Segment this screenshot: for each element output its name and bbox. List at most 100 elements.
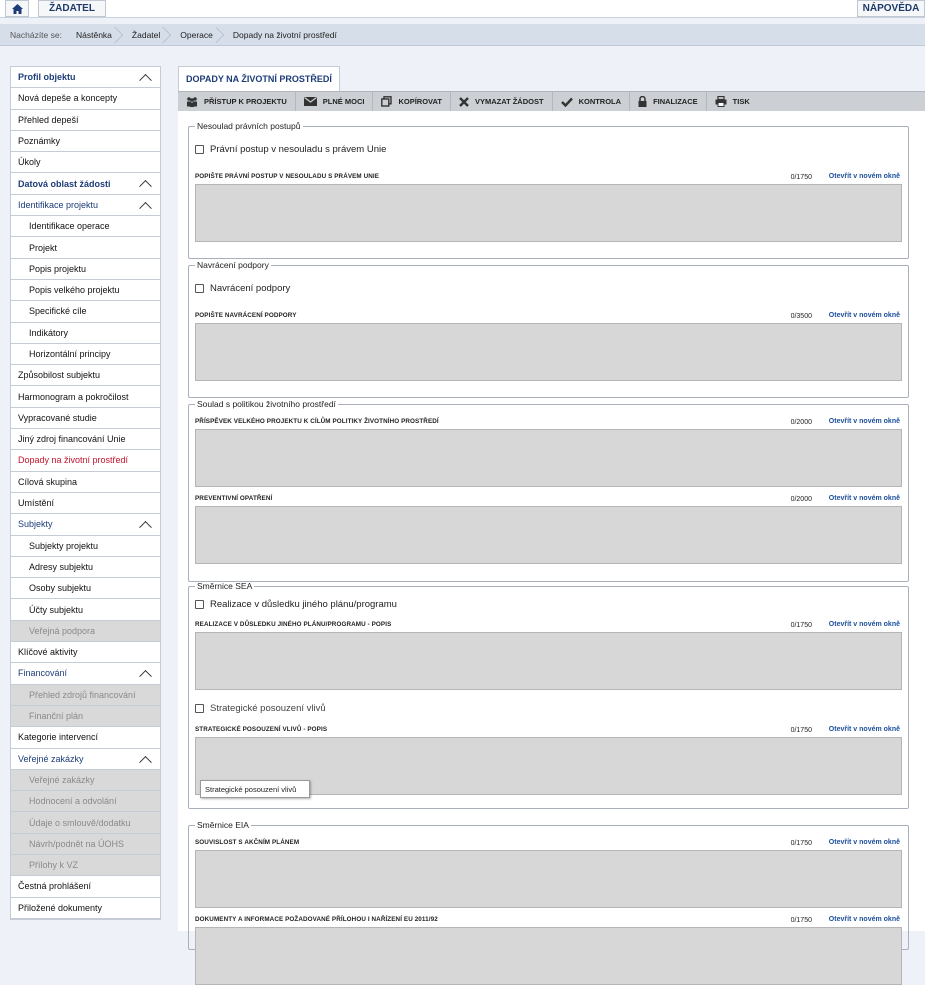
sidebar-item-label: Projekt	[29, 242, 58, 253]
sidebar-item-label: Finanční plán	[29, 711, 84, 722]
sidebar-item[interactable]: Identifikace projektu	[11, 194, 160, 217]
open-new-window-link[interactable]: Otevřít v novém okně	[829, 173, 900, 180]
textarea-pravni-postup[interactable]	[195, 184, 902, 242]
sidebar-item[interactable]: Specifické cíle	[11, 301, 160, 323]
open-new-window-link[interactable]: Otevřít v novém okně	[829, 839, 900, 846]
textarea-navraceni[interactable]	[195, 323, 902, 381]
sidebar-item[interactable]: Jiný zdroj financování Unie	[11, 429, 160, 451]
sidebar-item-label: Popis velkého projektu	[29, 285, 120, 296]
field-label: PŘÍSPĚVEK VELKÉHO PROJEKTU K CÍLŮM POLIT…	[195, 418, 439, 425]
checkbox-pravni-postup[interactable]: Právní postup v nesouladu s právem Unie	[195, 144, 386, 155]
sidebar-item: Hodnocení a odvolání	[11, 791, 160, 813]
sidebar-item[interactable]: Harmonogram a pokročilost	[11, 386, 160, 408]
sidebar-item[interactable]: Popis velkého projektu	[11, 279, 160, 302]
breadcrumb-item[interactable]: Nástěnka	[66, 24, 122, 46]
checkbox-box[interactable]	[195, 704, 204, 713]
chevron-up-icon[interactable]	[139, 755, 152, 769]
sidebar-item[interactable]: Datová oblast žádosti	[11, 173, 160, 195]
sidebar-item[interactable]: Projekt	[11, 237, 160, 259]
finalize-button[interactable]: FINALIZACE	[630, 91, 707, 112]
sidebar-item[interactable]: Profil objektu	[11, 67, 160, 89]
sidebar-item-label: Umístění	[18, 498, 55, 509]
textarea-dokumenty[interactable]	[195, 927, 902, 985]
sidebar-item[interactable]: Účty subjektu	[11, 599, 160, 621]
sidebar-item[interactable]: Vypracované studie	[11, 407, 160, 430]
copy-button[interactable]: KOPÍROVAT	[373, 91, 451, 112]
sidebar-item: Návrh/podnět na ÚOHS	[11, 833, 160, 855]
sidebar-item-label: Způsobilost subjektu	[18, 370, 101, 381]
sidebar-item[interactable]: Subjekty	[11, 514, 160, 536]
chevron-up-icon[interactable]	[139, 670, 152, 684]
sidebar-item-label: Nová depeše a koncepty	[18, 93, 118, 104]
access-button[interactable]: PŘÍSTUP K PROJEKTU	[178, 91, 296, 112]
open-new-window-link[interactable]: Otevřít v novém okně	[829, 726, 900, 733]
sidebar-item[interactable]: Přiložené dokumenty	[11, 897, 160, 919]
sidebar-item-label: Čestná prohlášení	[18, 881, 92, 892]
sidebar-item[interactable]: Způsobilost subjektu	[11, 365, 160, 387]
field-label: REALIZACE V DŮSLEDKU JINÉHO PLÁNU/PROGRA…	[195, 621, 392, 628]
delete-request-button[interactable]: VYMAZAT ŽÁDOST	[451, 91, 553, 112]
sidebar-item[interactable]: Financování	[11, 663, 160, 685]
field-label: PREVENTIVNÍ OPATŘENÍ	[195, 495, 273, 502]
sidebar-item: Veřejné zakázky	[11, 769, 160, 792]
sidebar-item[interactable]: Umístění	[11, 492, 160, 515]
sidebar-item[interactable]: Veřejné zakázky	[11, 748, 160, 770]
checkbox-label: Strategické posouzení vlivů	[210, 703, 326, 714]
access-label: PŘÍSTUP K PROJEKTU	[204, 97, 287, 106]
sidebar-item[interactable]: Indikátory	[11, 322, 160, 344]
open-new-window-link[interactable]: Otevřít v novém okně	[829, 621, 900, 628]
checkbox-box[interactable]	[195, 600, 204, 609]
sidebar-item[interactable]: Čestná prohlášení	[11, 876, 160, 898]
print-label: TISK	[732, 97, 750, 106]
sidebar-item[interactable]: Cílová skupina	[11, 471, 160, 493]
role-button[interactable]: ŽADATEL	[38, 0, 106, 17]
breadcrumb-item-current: Dopady na životní prostředí	[232, 29, 337, 40]
checkbox-strategicke[interactable]: Strategické posouzení vlivů	[195, 703, 326, 714]
checkbox-box[interactable]	[195, 145, 204, 154]
print-button[interactable]: TISK	[707, 92, 758, 112]
sidebar-item[interactable]: Osoby subjektu	[11, 578, 160, 600]
chevron-up-icon[interactable]	[139, 180, 152, 194]
power-of-attorney-button[interactable]: PLNÉ MOCI	[296, 91, 374, 112]
sidebar-item-label: Údaje o smlouvě/dodatku	[29, 817, 131, 828]
sidebar-item[interactable]: Přehled depeší	[11, 109, 160, 131]
open-new-window-link[interactable]: Otevřít v novém okně	[829, 916, 900, 923]
sidebar-item[interactable]: Kategorie intervencí	[11, 727, 160, 749]
sidebar-item[interactable]: Klíčové aktivity	[11, 642, 160, 664]
sidebar-item[interactable]: Adresy subjektu	[11, 556, 160, 579]
textarea-realizace[interactable]	[195, 632, 902, 690]
textarea-preventivni[interactable]	[195, 506, 902, 564]
open-new-window-link[interactable]: Otevřít v novém okně	[829, 418, 900, 425]
textarea-souvislost[interactable]	[195, 850, 902, 908]
open-new-window-link[interactable]: Otevřít v novém okně	[829, 312, 900, 319]
chevron-up-icon[interactable]	[139, 201, 152, 215]
help-button[interactable]: NÁPOVĚDA	[857, 0, 925, 17]
sidebar-item[interactable]: Identifikace operace	[11, 216, 160, 238]
sidebar-item[interactable]: Dopady na životní prostředí	[11, 450, 160, 472]
field-label: STRATEGICKÉ POSOUZENÍ VLIVŮ - POPIS	[195, 726, 328, 733]
textarea-prispevek[interactable]	[195, 429, 902, 487]
checkbox-realizace[interactable]: Realizace v důsledku jiného plánu/progra…	[195, 599, 397, 610]
home-button[interactable]	[5, 0, 29, 17]
chevron-up-icon[interactable]	[139, 521, 152, 534]
section-legend: Navrácení podpory	[197, 260, 269, 270]
delete-label: VYMAZAT ŽÁDOST	[474, 97, 544, 106]
sidebar-item[interactable]: Nová depeše a koncepty	[11, 88, 160, 110]
sidebar-item[interactable]: Subjekty projektu	[11, 535, 160, 557]
tooltip: Strategické posouzení vlivů	[200, 780, 310, 798]
check-button[interactable]: KONTROLA	[553, 91, 631, 112]
sidebar-item[interactable]: Poznámky	[11, 130, 160, 153]
tab-dopady[interactable]: DOPADY NA ŽIVOTNÍ PROSTŘEDÍ	[178, 66, 340, 91]
breadcrumb-item[interactable]: Žadatel	[122, 24, 170, 46]
checkbox-navraceni[interactable]: Navrácení podpory	[195, 283, 290, 294]
toolbar: PŘÍSTUP K PROJEKTU PLNÉ MOCI KOPÍROVAT V…	[178, 91, 925, 112]
sidebar-item[interactable]: Popis projektu	[11, 258, 160, 280]
chevron-up-icon[interactable]	[139, 73, 152, 87]
breadcrumb-item[interactable]: Operace	[170, 24, 223, 46]
sidebar-item[interactable]: Horizontální principy	[11, 343, 160, 366]
sidebar-item-label: Návrh/podnět na ÚOHS	[29, 838, 125, 849]
checkbox-box[interactable]	[195, 284, 204, 293]
sidebar-item-label: Subjekty projektu	[29, 540, 99, 551]
open-new-window-link[interactable]: Otevřít v novém okně	[829, 495, 900, 502]
sidebar-item[interactable]: Úkoly	[11, 152, 160, 174]
